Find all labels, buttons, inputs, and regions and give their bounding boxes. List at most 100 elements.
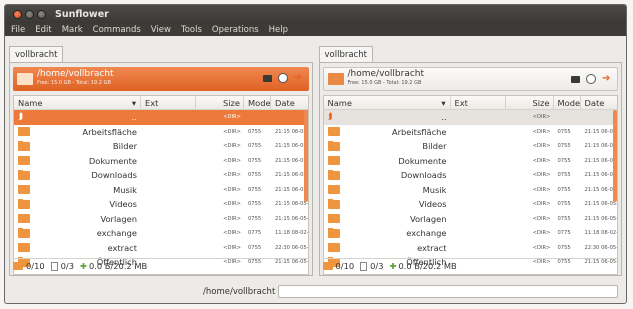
file-date: 22:30 06-05-11: [584, 244, 618, 251]
file-row[interactable]: exchange <DIR> 0775 11:18 08-02-10: [14, 226, 308, 241]
file-date: 21:15 06-05-11: [275, 201, 308, 208]
column-name[interactable]: Name ▾: [324, 96, 451, 109]
menu-file[interactable]: File: [11, 25, 25, 35]
vertical-scrollbar[interactable]: [613, 110, 617, 202]
file-mode: 0755: [248, 157, 262, 164]
column-mode[interactable]: Mode: [554, 96, 581, 109]
file-row[interactable]: Dokumente <DIR> 0755 21:15 06-05-11: [14, 154, 308, 169]
file-row[interactable]: Downloads <DIR> 0755 21:15 06-05-11: [14, 168, 308, 183]
home-folder-icon: [327, 73, 344, 85]
file-name: exchange: [406, 228, 447, 239]
file-date: 21:15 06-05-11: [584, 157, 618, 164]
drive-icon[interactable]: [262, 74, 272, 82]
sort-arrow-icon: ▾: [131, 97, 136, 108]
file-mode: 0775: [557, 230, 571, 237]
right-pane: vollbracht /home/vollbracht Free: 15.0 G…: [318, 46, 622, 276]
file-size: <DIR>: [223, 244, 241, 251]
path-bar[interactable]: /home/vollbracht Free: 15.0 GB - Total: …: [322, 67, 618, 91]
file-row[interactable]: Bilder <DIR> 0755 21:15 06-05-11: [14, 139, 308, 154]
file-row[interactable]: Videos <DIR> 0755 21:15 06-05-11: [14, 197, 308, 212]
file-date: 21:15 06-05-11: [275, 143, 308, 150]
pane-tab[interactable]: vollbracht: [318, 46, 373, 63]
file-row[interactable]: extract <DIR> 0755 22:30 06-05-11: [324, 241, 618, 256]
file-list[interactable]: Name ▾ Ext Size Mode Date ⮭.. <DIR> Arbei…: [13, 95, 309, 275]
folder-icon: [327, 213, 340, 224]
selected-size: 0.0 B/20.2 MB: [88, 261, 148, 271]
file-row[interactable]: ⮭.. <DIR>: [323, 110, 617, 125]
file-mode: 0755: [248, 186, 262, 193]
file-mode: 0755: [248, 143, 262, 150]
file-row[interactable]: Videos <DIR> 0755 21:15 06-05-11: [324, 197, 618, 212]
sort-arrow-icon: ▾: [441, 97, 446, 108]
file-row[interactable]: Arbeitsfläche <DIR> 0755 21:15 06-05-11: [324, 125, 617, 140]
file-list[interactable]: Name ▾ Ext Size Mode Date ⮭.. <DIR> Arbei…: [322, 95, 618, 275]
minimize-window-button[interactable]: [25, 9, 34, 19]
current-path: /home/vollbracht: [37, 69, 114, 79]
command-path-label: /home/vollbracht: [203, 286, 276, 297]
file-row[interactable]: Dokumente <DIR> 0755 21:15 06-05-11: [324, 154, 618, 169]
column-ext[interactable]: Ext: [451, 96, 506, 109]
command-input[interactable]: [278, 285, 619, 298]
file-row[interactable]: ⮭.. <DIR>: [14, 110, 308, 125]
file-size: <DIR>: [223, 128, 241, 135]
file-mode: 0755: [248, 128, 262, 135]
history-icon[interactable]: [277, 73, 288, 83]
folder-icon: [327, 155, 340, 166]
column-date[interactable]: Date: [271, 96, 308, 109]
bookmark-arrow-icon[interactable]: ➔: [294, 73, 303, 83]
file-date: 21:15 06-05-11: [584, 201, 618, 208]
dir-count: 0/10: [335, 261, 355, 271]
file-row[interactable]: Arbeitsfläche <DIR> 0755 21:15 06-05-11: [14, 125, 308, 140]
file-name: Musik: [422, 184, 447, 195]
history-icon[interactable]: [586, 74, 596, 84]
bookmark-arrow-icon[interactable]: ➔: [602, 74, 611, 84]
file-date: 21:15 06-05-11: [584, 143, 618, 150]
file-mode: 0755: [557, 172, 571, 179]
column-date[interactable]: Date: [581, 96, 618, 109]
menu-mark[interactable]: Mark: [62, 25, 83, 35]
file-size: <DIR>: [532, 128, 551, 135]
menu-help[interactable]: Help: [269, 25, 288, 35]
close-window-button[interactable]: [13, 9, 22, 19]
file-size: <DIR>: [532, 157, 551, 164]
file-row[interactable]: Musik <DIR> 0755 21:15 06-05-11: [324, 183, 618, 198]
list-header: Name ▾ Ext Size Mode Date: [323, 96, 618, 110]
menu-edit[interactable]: Edit: [35, 25, 51, 35]
free-space: Free: 15.0 GB - Total: 19.2 GB: [37, 80, 111, 86]
menu-commands[interactable]: Commands: [93, 25, 141, 35]
file-count: 0/3: [60, 261, 74, 271]
file-name: Bilder: [112, 141, 137, 152]
column-size[interactable]: Size: [196, 96, 244, 109]
folder-icon: [18, 126, 30, 137]
file-row[interactable]: Downloads <DIR> 0755 21:15 06-05-11: [324, 168, 618, 183]
column-name[interactable]: Name ▾: [14, 96, 141, 109]
folder-icon: [327, 170, 340, 180]
parent-folder-icon: ⮭: [327, 112, 333, 123]
menu-tools[interactable]: Tools: [181, 25, 202, 35]
pane-tab[interactable]: vollbracht: [9, 46, 64, 63]
folder-icon: [18, 213, 30, 224]
menu-operations[interactable]: Operations: [212, 25, 259, 35]
file-row[interactable]: exchange <DIR> 0775 11:18 08-02-10: [324, 226, 617, 241]
file-row[interactable]: Bilder <DIR> 0755 21:15 06-05-11: [324, 139, 618, 154]
file-row[interactable]: Musik <DIR> 0755 21:15 06-05-11: [14, 183, 308, 198]
folder-icon: [18, 228, 30, 238]
list-header: Name ▾ Ext Size Mode Date: [14, 96, 308, 110]
column-mode[interactable]: Mode: [244, 96, 271, 109]
file-row[interactable]: Vorlagen <DIR> 0755 21:15 06-05-11: [324, 212, 617, 227]
folder-icon: [18, 170, 30, 180]
maximize-window-button[interactable]: [37, 9, 46, 19]
file-row[interactable]: Vorlagen <DIR> 0755 21:15 06-05-11: [14, 212, 308, 227]
file-size: <DIR>: [223, 215, 241, 222]
column-size[interactable]: Size: [506, 96, 554, 109]
file-date: 21:15 06-05-11: [584, 186, 618, 193]
menu-view[interactable]: View: [151, 25, 171, 35]
vertical-scrollbar[interactable]: [303, 110, 308, 202]
file-date: 21:15 06-05-11: [584, 172, 618, 179]
path-bar[interactable]: /home/vollbracht Free: 15.0 GB - Total: …: [13, 67, 309, 91]
file-row[interactable]: extract <DIR> 0755 22:30 06-05-11: [14, 241, 308, 256]
column-ext[interactable]: Ext: [141, 96, 196, 109]
folder-icon: [327, 141, 340, 151]
drive-icon[interactable]: [571, 75, 580, 83]
folder-icon: [18, 141, 30, 151]
